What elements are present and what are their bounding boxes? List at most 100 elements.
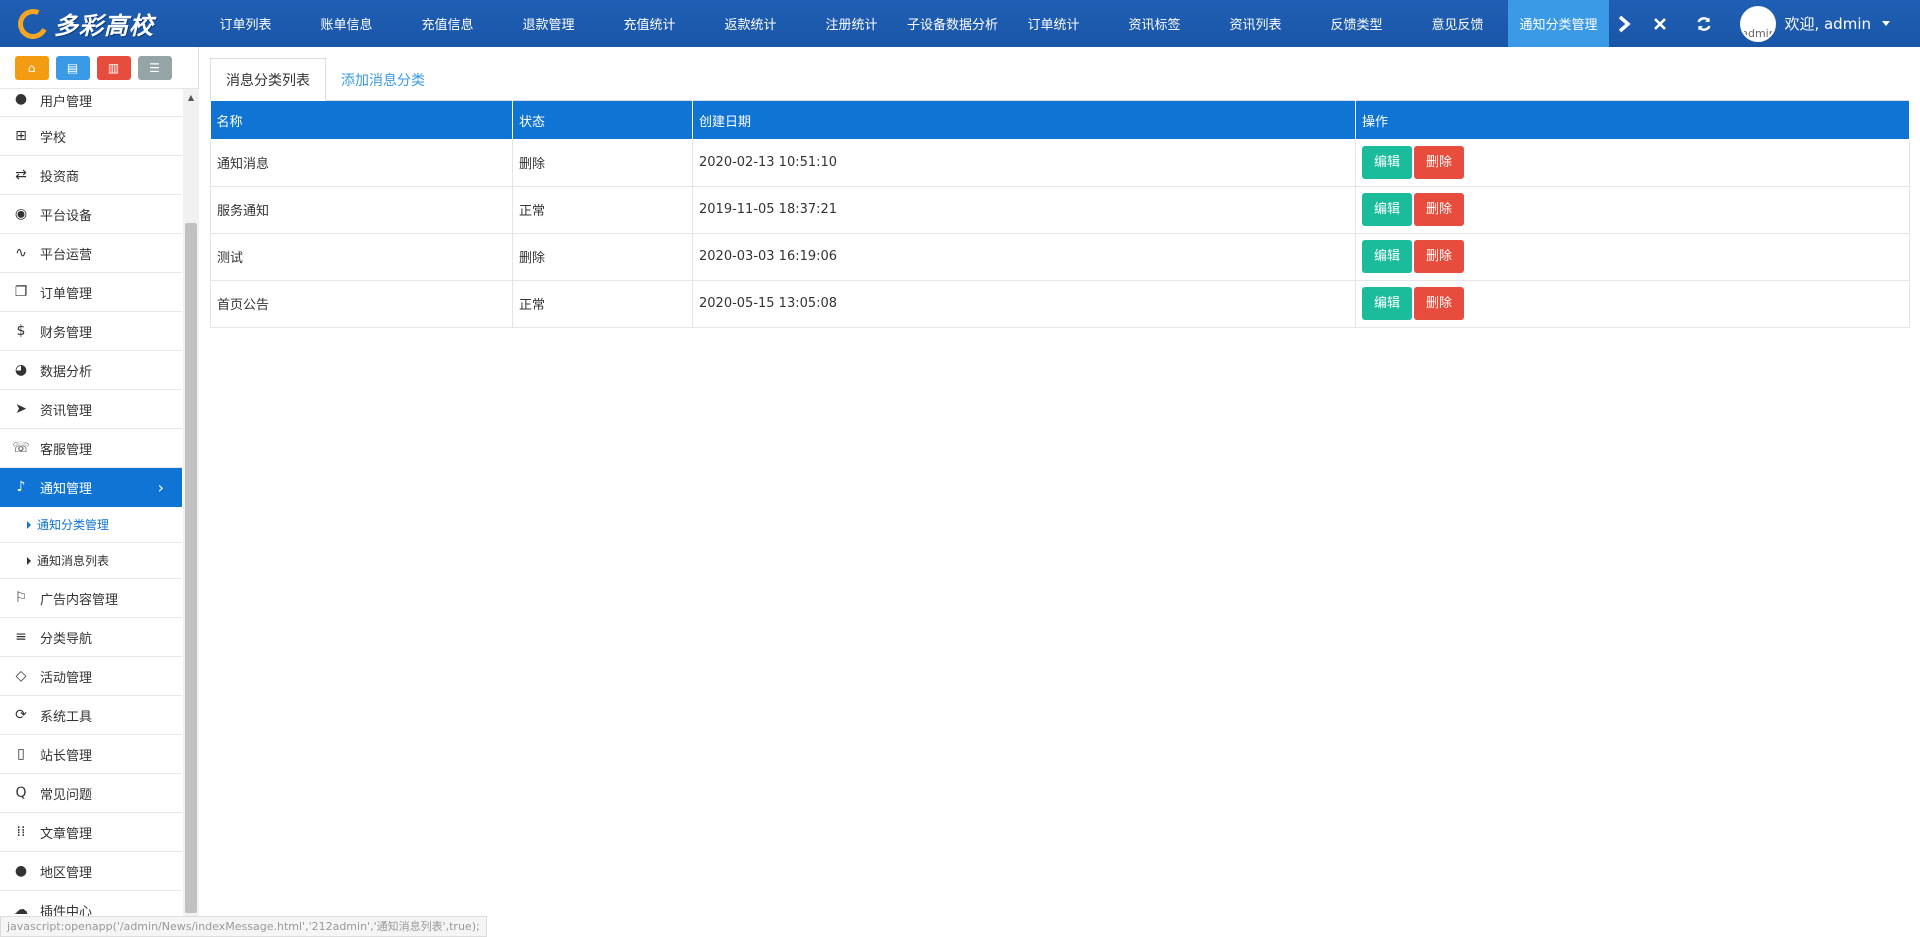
topnav-item[interactable]: 子设备数据分析 bbox=[902, 0, 1003, 47]
sidebar-item[interactable]: ∿ 平台运营 bbox=[0, 234, 182, 273]
avatar[interactable]: admin bbox=[1740, 5, 1777, 42]
sidebar-item-label: 常见问题 bbox=[40, 787, 93, 803]
header-actions: 操作 bbox=[1355, 101, 1910, 139]
top-bar: 多彩高校 订单列表 账单信息 充值信息 退款管理 充值统计 返款统计 注册统计 子设备数据分析… bbox=[0, 0, 1920, 47]
caret-right-icon bbox=[27, 520, 31, 529]
sidebar-item[interactable]: ◇ 活动管理 bbox=[0, 657, 182, 696]
topnav-item[interactable]: 返款统计 bbox=[700, 0, 801, 47]
topnav-item[interactable]: 退款管理 bbox=[498, 0, 599, 47]
edit-button[interactable]: 编辑 bbox=[1362, 240, 1413, 273]
topnav-item[interactable]: 资讯列表 bbox=[1205, 0, 1306, 47]
cell-name: 首页公告 bbox=[210, 280, 513, 328]
table-row: 测试 删除 2020-03-03 16:19:06 编辑 删除 bbox=[210, 233, 1910, 281]
chevron-right-icon[interactable] bbox=[1609, 0, 1639, 47]
list-button[interactable]: ☰ bbox=[137, 55, 172, 80]
cell-actions: 编辑 删除 bbox=[1355, 233, 1910, 281]
top-nav: 订单列表 账单信息 充值信息 退款管理 充值统计 返款统计 注册统计 子设备数据分析 订单统计资… bbox=[195, 0, 1609, 47]
sidebar-item[interactable]: ⇄ 投资商 bbox=[0, 156, 182, 195]
cell-status: 删除 bbox=[512, 233, 693, 281]
user-greeting[interactable]: 欢迎, admin bbox=[1784, 13, 1871, 34]
sidebar-item-label: 通知管理 bbox=[40, 481, 93, 497]
sidebar-item[interactable]: Q 常见问题 bbox=[0, 774, 182, 813]
dollar-icon: $ bbox=[16, 323, 26, 339]
cell-status: 删除 bbox=[512, 139, 693, 187]
scroll-thumb[interactable] bbox=[185, 223, 197, 913]
sidebar-item[interactable]: ❐ 订单管理 bbox=[0, 273, 182, 312]
diamond-icon: ◇ bbox=[15, 668, 27, 684]
sidebar-item-label: 投资商 bbox=[40, 169, 80, 185]
cell-name: 测试 bbox=[210, 233, 513, 281]
topnav-item[interactable]: 资讯标签 bbox=[1104, 0, 1205, 47]
document-button[interactable]: ▤ bbox=[55, 55, 90, 80]
topnav-item[interactable]: 反馈类型 bbox=[1306, 0, 1407, 47]
tab-add-category[interactable]: 添加消息分类 bbox=[326, 58, 440, 101]
content-tabs: 消息分类列表 添加消息分类 bbox=[210, 58, 1910, 101]
cell-date: 2020-05-15 13:05:08 bbox=[692, 280, 1356, 328]
sidebar-subitem[interactable]: 通知消息列表 bbox=[0, 543, 182, 579]
edit-button[interactable]: 编辑 bbox=[1362, 193, 1413, 226]
sidebar-item[interactable]: ◉ 平台设备 bbox=[0, 195, 182, 234]
delete-button[interactable]: 删除 bbox=[1414, 240, 1465, 273]
th-icon: ⁞⁞ bbox=[16, 824, 26, 840]
sidebar-item[interactable]: ➤ 资讯管理 bbox=[0, 390, 182, 429]
topnav-item[interactable]: 订单统计 bbox=[1003, 0, 1104, 47]
topnav-item[interactable]: 充值信息 bbox=[397, 0, 498, 47]
sidebar-item-label: 订单管理 bbox=[40, 286, 93, 302]
sidebar-item[interactable]: ● 用户管理 bbox=[0, 89, 182, 117]
sidebar-item[interactable]: ▯ 站长管理 bbox=[0, 735, 182, 774]
edit-button[interactable]: 编辑 bbox=[1362, 145, 1413, 179]
sidebar-item[interactable]: ⁞⁞ 文章管理 bbox=[0, 813, 182, 852]
sidebar-item[interactable]: ♪ 通知管理 › bbox=[0, 468, 182, 507]
edit-button[interactable]: 编辑 bbox=[1362, 287, 1413, 320]
logo[interactable]: 多彩高校 bbox=[0, 0, 195, 47]
sidebar-item[interactable]: ⚐ 广告内容管理 bbox=[0, 579, 182, 618]
trash-icon: ▥ bbox=[107, 60, 120, 75]
sidebar-item[interactable]: $ 财务管理 bbox=[0, 312, 182, 351]
sidebar-item-label: 资讯管理 bbox=[40, 403, 93, 419]
status-bar: javascript:openapp('/admin/News/indexMes… bbox=[0, 916, 487, 937]
podcast-icon: ◉ bbox=[14, 206, 28, 222]
topnav-item[interactable]: 注册统计 bbox=[801, 0, 902, 47]
list-icon: ☰ bbox=[149, 60, 160, 75]
sidebar-subitem[interactable]: 通知分类管理 bbox=[0, 507, 182, 543]
topnav-item[interactable]: 通知分类管理 bbox=[1508, 0, 1609, 47]
tab-category-list[interactable]: 消息分类列表 bbox=[210, 58, 326, 101]
sidebar-item[interactable]: ☏ 客服管理 bbox=[0, 429, 182, 468]
sidebar-item[interactable]: ⟳ 系统工具 bbox=[0, 696, 182, 735]
caret-down-icon[interactable] bbox=[1882, 21, 1890, 26]
sidebar-item[interactable]: ◕ 数据分析 bbox=[0, 351, 182, 390]
sidebar-item-label: 财务管理 bbox=[40, 325, 93, 341]
sidebar-item-label: 数据分析 bbox=[40, 364, 93, 380]
delete-button[interactable]: 删除 bbox=[1414, 287, 1465, 320]
home-icon: ⌂ bbox=[27, 60, 36, 75]
refresh-icon[interactable] bbox=[1682, 0, 1726, 47]
pie-chart-icon: ◕ bbox=[14, 362, 28, 378]
scroll-up-icon[interactable]: ▲ bbox=[183, 89, 199, 105]
flag-icon: ⚐ bbox=[14, 590, 28, 606]
sidebar-subitem-label: 通知消息列表 bbox=[37, 554, 110, 568]
delete-button[interactable]: 删除 bbox=[1414, 145, 1465, 179]
sidebar-item-label: 地区管理 bbox=[40, 865, 93, 881]
home-button[interactable]: ⌂ bbox=[14, 55, 49, 80]
sidebar-item[interactable]: ≡ 分类导航 bbox=[0, 618, 182, 657]
topnav-item[interactable]: 充值统计 bbox=[599, 0, 700, 47]
topnav-item[interactable]: 账单信息 bbox=[296, 0, 397, 47]
cell-date: 2019-11-05 18:37:21 bbox=[692, 186, 1356, 234]
user-menu[interactable]: admin 欢迎, admin bbox=[1726, 5, 1920, 42]
table-header-row: 名称 状态 创建日期 操作 bbox=[210, 101, 1910, 139]
sidebar-item[interactable]: ⊞ 学校 bbox=[0, 117, 182, 156]
topnav-item[interactable]: 意见反馈 bbox=[1407, 0, 1508, 47]
sidebar-item-label: 用户管理 bbox=[40, 95, 93, 110]
sidebar-scrollbar[interactable]: ▲ bbox=[183, 89, 199, 924]
topnav-item[interactable]: 订单列表 bbox=[195, 0, 296, 47]
caret-right-icon bbox=[27, 556, 31, 565]
category-table: 名称 状态 创建日期 操作 通知消息 删除 2020-02-13 10:51:10 编… bbox=[210, 101, 1910, 328]
cell-name: 通知消息 bbox=[210, 139, 513, 187]
handshake-icon: ⇄ bbox=[15, 167, 27, 183]
sidebar-item[interactable]: ● 地区管理 bbox=[0, 852, 182, 891]
trash-button[interactable]: ▥ bbox=[96, 55, 131, 80]
delete-button[interactable]: 删除 bbox=[1414, 193, 1465, 226]
sidebar-menu: ● 用户管理 ⊞ 学校 ⇄ 投资商 ◉ 平台设备 ∿ 平台运营 ❐ 订单管理 $ 财务管理 ◕ 数据分析 ➤ 资讯… bbox=[0, 89, 182, 924]
close-icon[interactable] bbox=[1638, 0, 1682, 47]
question-icon: Q bbox=[15, 785, 27, 801]
